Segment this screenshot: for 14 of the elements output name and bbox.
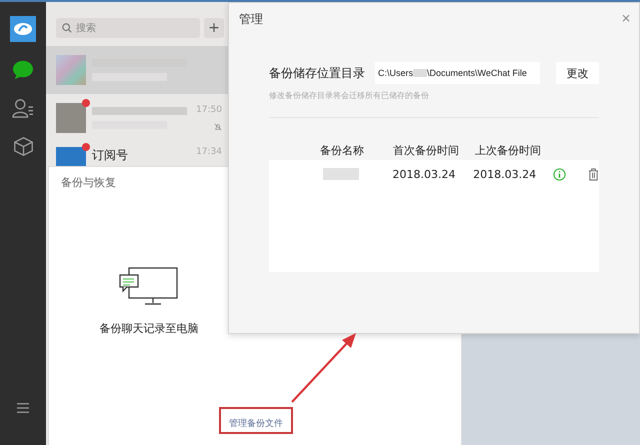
column-header: 备份名称 (319, 142, 365, 158)
dialog-title: 备份与恢复 (61, 175, 116, 190)
path-end: \Documents\WeChat File (427, 68, 527, 78)
dialog-title: 管理 (239, 11, 263, 28)
table-cell-text: 2018.03.24 (391, 168, 456, 180)
table-cell-text: 2018.03.24 (472, 168, 538, 180)
chat-time: 17:34 (196, 147, 222, 157)
hint-text: 修改备份储存目录将会迁移所有已储存的备份 (269, 90, 430, 101)
chat-time: 17:50 (196, 105, 222, 115)
column-header: 首次备份时间 (392, 142, 460, 158)
directory-label: 备份储存位置目录 (269, 64, 365, 82)
chat-name: 订阅号 (92, 147, 129, 164)
path-start: C:\Users (378, 68, 414, 78)
column-header: 上次备份时间 (474, 142, 542, 158)
